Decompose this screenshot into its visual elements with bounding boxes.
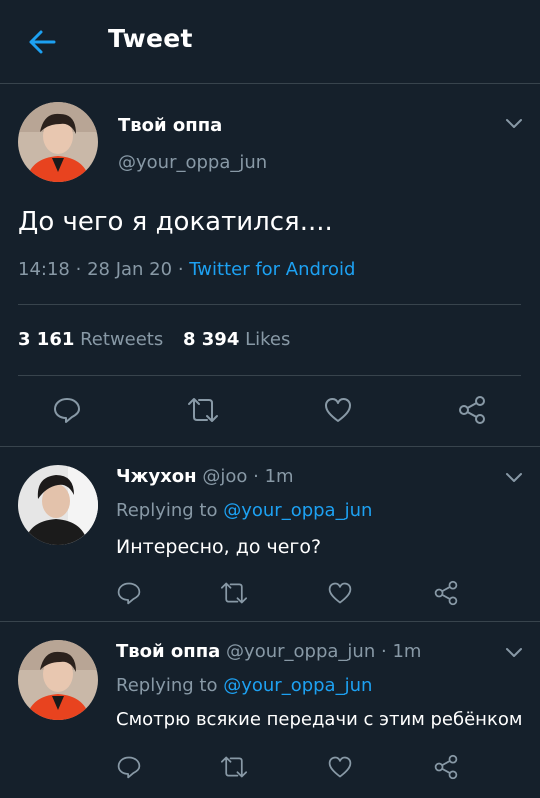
- separator: ·: [380, 641, 387, 662]
- avatar[interactable]: [18, 640, 98, 720]
- retweet-icon[interactable]: [186, 395, 220, 425]
- separator: ·: [75, 259, 82, 280]
- avatar[interactable]: [18, 102, 98, 182]
- chevron-down-icon[interactable]: [504, 645, 524, 659]
- separator: ·: [253, 466, 259, 487]
- tweet-time: 14:18: [18, 259, 70, 280]
- like-icon[interactable]: [323, 395, 353, 425]
- mention-link[interactable]: @your_oppa_jun: [223, 675, 372, 696]
- main-tweet: Твой оппа @your_oppa_jun До чего я докат…: [0, 85, 540, 447]
- page-title: Tweet: [108, 24, 193, 53]
- retweet-icon[interactable]: [219, 754, 249, 780]
- divider: [18, 304, 521, 305]
- chevron-down-icon[interactable]: [504, 470, 524, 484]
- divider: [18, 375, 521, 376]
- reply-icon[interactable]: [52, 395, 82, 425]
- likes-count: 8 394: [182, 329, 240, 350]
- reply-time: 1m: [392, 641, 422, 662]
- author-handle[interactable]: @your_oppa_jun: [226, 641, 375, 662]
- back-arrow-icon[interactable]: [24, 26, 60, 58]
- mention-link[interactable]: @your_oppa_jun: [223, 500, 372, 521]
- share-icon[interactable]: [433, 580, 459, 606]
- tweet-text: До чего я докатился....: [18, 207, 333, 237]
- likes-stat[interactable]: 8 394 Likes: [183, 329, 290, 350]
- author-handle[interactable]: @your_oppa_jun: [118, 152, 267, 173]
- reply-header: Твой оппа @your_oppa_jun · 1m: [116, 641, 421, 662]
- top-bar: Tweet: [0, 0, 540, 84]
- reply-icon[interactable]: [116, 580, 142, 606]
- tweet-stats: 3 161 Retweets 8 394 Likes: [18, 329, 290, 350]
- tweet-meta: 14:18 · 28 Jan 20 · Twitter for Android: [18, 259, 355, 280]
- chevron-down-icon[interactable]: [504, 116, 524, 130]
- reply-header: Чжухон @joo · 1m: [116, 466, 294, 487]
- likes-label: Likes: [245, 329, 291, 350]
- like-icon[interactable]: [327, 580, 353, 606]
- author-handle[interactable]: @joo: [202, 466, 247, 487]
- replying-to: Replying to @your_oppa_jun: [116, 675, 372, 696]
- like-icon[interactable]: [327, 754, 353, 780]
- replying-label: Replying to: [116, 500, 218, 521]
- tweet-source-link[interactable]: Twitter for Android: [189, 259, 355, 280]
- replying-label: Replying to: [116, 675, 218, 696]
- share-icon[interactable]: [457, 395, 487, 425]
- retweet-icon[interactable]: [219, 580, 249, 606]
- reply-icon[interactable]: [116, 754, 142, 780]
- tweet-date: 28 Jan 20: [87, 259, 173, 280]
- share-icon[interactable]: [433, 754, 459, 780]
- reply-text: Смотрю всякие передачи с этим ребёнком: [116, 709, 523, 730]
- retweets-stat[interactable]: 3 161 Retweets: [18, 329, 169, 350]
- reply-tweet[interactable]: Чжухон @joo · 1m Replying to @your_oppa_…: [0, 448, 540, 622]
- author-name[interactable]: Твой оппа: [118, 115, 222, 136]
- separator: ·: [177, 259, 184, 280]
- replying-to: Replying to @your_oppa_jun: [116, 500, 372, 521]
- author-name[interactable]: Твой оппа: [116, 641, 220, 662]
- reply-tweet[interactable]: Твой оппа @your_oppa_jun · 1m Replying t…: [0, 623, 540, 798]
- reply-text: Интересно, до чего?: [116, 536, 322, 558]
- avatar[interactable]: [18, 465, 98, 545]
- author-name[interactable]: Чжухон: [116, 466, 197, 487]
- reply-time: 1m: [264, 466, 294, 487]
- retweets-label: Retweets: [80, 329, 164, 350]
- retweets-count: 3 161: [18, 329, 75, 350]
